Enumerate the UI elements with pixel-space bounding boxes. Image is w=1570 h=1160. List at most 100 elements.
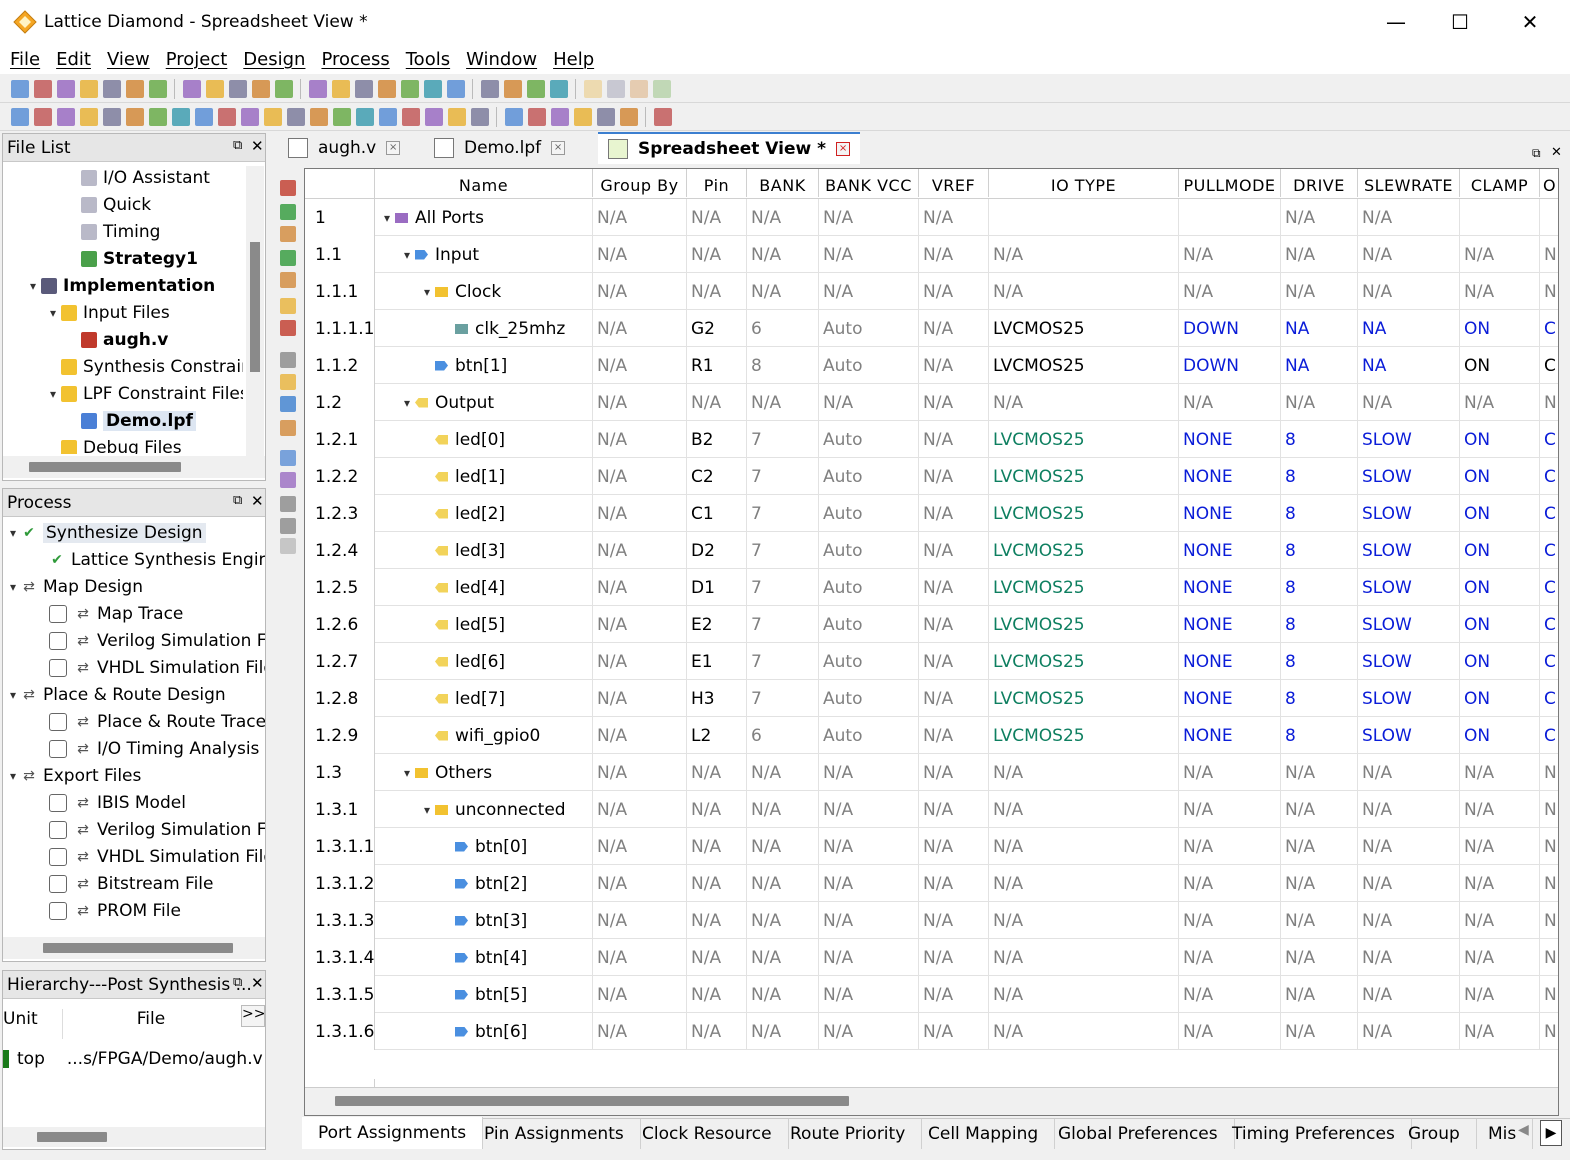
design-tool-20-icon[interactable] <box>447 107 466 126</box>
cell-name[interactable]: led[6] <box>375 643 593 680</box>
cell-bank[interactable]: 6 <box>747 310 819 347</box>
cell-o[interactable]: N <box>1540 273 1558 310</box>
process-item[interactable]: ⇄ VHDL Simulation File <box>25 843 265 870</box>
process-item[interactable]: ⇄ PROM File <box>25 897 181 924</box>
design-tool-3-icon[interactable] <box>56 107 75 126</box>
main-tool-21-icon[interactable] <box>503 79 522 98</box>
cell-group[interactable]: N/A <box>593 643 687 680</box>
cell-vcc[interactable]: Auto <box>819 643 919 680</box>
cell-group[interactable]: N/A <box>593 199 687 236</box>
process-item[interactable]: ⇄ Verilog Simulation File <box>25 627 265 654</box>
table-row[interactable]: 1.3.1.2 btn[2] N/A N/A N/A N/A N/A N/A N/A N/A N/A… <box>305 865 1558 902</box>
cell-vref[interactable]: N/A <box>919 421 989 458</box>
cell-iotype[interactable]: N/A <box>989 865 1179 902</box>
cell-pin[interactable]: B2 <box>687 421 747 458</box>
sheet-tool-5-icon[interactable] <box>280 272 296 288</box>
process-hscroll[interactable] <box>3 937 265 959</box>
expand-arrow-icon[interactable]: ▾ <box>399 396 415 410</box>
main-tool-17-icon[interactable] <box>400 79 419 98</box>
cell-o[interactable]: C <box>1540 643 1558 680</box>
design-tool-24-icon[interactable] <box>550 107 569 126</box>
main-tool-15-icon[interactable] <box>354 79 373 98</box>
cell-o[interactable]: C <box>1540 569 1558 606</box>
cell-vcc[interactable]: Auto <box>819 458 919 495</box>
sheet-tool-16-icon[interactable] <box>280 538 296 554</box>
cell-name[interactable]: led[1] <box>375 458 593 495</box>
cell-slew[interactable]: N/A <box>1358 828 1460 865</box>
main-tool-23-icon[interactable] <box>549 79 568 98</box>
main-tool-14-icon[interactable] <box>331 79 350 98</box>
cell-vcc[interactable]: Auto <box>819 532 919 569</box>
cell-pull[interactable]: NONE <box>1179 643 1281 680</box>
cell-slew[interactable]: N/A <box>1358 902 1460 939</box>
process-item[interactable]: ⇄ Place & Route Trace <box>25 708 265 735</box>
cell-pull[interactable]: NONE <box>1179 569 1281 606</box>
file-tree-item[interactable]: ▾ Implementation <box>25 272 215 299</box>
file-tree-item[interactable]: Quick <box>65 191 151 218</box>
cell-vcc[interactable]: N/A <box>819 828 919 865</box>
file-tree-item[interactable]: Synthesis Constraint Files <box>45 353 243 380</box>
design-tool-8-icon[interactable] <box>171 107 190 126</box>
cell-iotype[interactable]: N/A <box>989 273 1179 310</box>
cell-bank[interactable]: N/A <box>747 902 819 939</box>
cell-group[interactable]: N/A <box>593 717 687 754</box>
cell-slew[interactable]: N/A <box>1358 976 1460 1013</box>
cell-drive[interactable]: 8 <box>1281 421 1358 458</box>
cell-clamp[interactable]: ON <box>1460 569 1540 606</box>
cell-drive[interactable]: 8 <box>1281 717 1358 754</box>
main-tool-20-icon[interactable] <box>480 79 499 98</box>
cell-pull[interactable]: NONE <box>1179 458 1281 495</box>
main-tool-8-icon[interactable] <box>182 79 201 98</box>
menu-project[interactable]: Project <box>158 49 236 70</box>
cell-slew[interactable]: SLOW <box>1358 532 1460 569</box>
main-tool-1-icon[interactable] <box>10 79 29 98</box>
cell-o[interactable]: N <box>1540 1013 1558 1050</box>
main-tool-16-icon[interactable] <box>377 79 396 98</box>
cell-vcc[interactable]: N/A <box>819 976 919 1013</box>
cell-name[interactable]: ▾ All Ports <box>375 199 593 236</box>
cell-drive[interactable]: N/A <box>1281 199 1358 236</box>
cell-pin[interactable]: N/A <box>687 865 747 902</box>
cell-bank[interactable]: 6 <box>747 717 819 754</box>
cell-pin[interactable]: D1 <box>687 569 747 606</box>
cell-drive[interactable]: N/A <box>1281 902 1358 939</box>
tab-pin-assignments[interactable]: Pin Assignments <box>468 1119 641 1149</box>
sheet-tool-2-icon[interactable] <box>280 204 296 220</box>
tab-global-preferences[interactable]: Global Preferences <box>1042 1119 1235 1149</box>
main-tool-13-icon[interactable] <box>308 79 327 98</box>
cell-pull[interactable]: DOWN <box>1179 347 1281 384</box>
process-item[interactable]: ✔ Lattice Synthesis Engine <box>25 546 265 573</box>
sheet-tool-12-icon[interactable] <box>280 450 296 466</box>
cell-name[interactable]: btn[6] <box>375 1013 593 1050</box>
cell-bank[interactable]: 7 <box>747 458 819 495</box>
cell-group[interactable]: N/A <box>593 1013 687 1050</box>
design-tool-19-icon[interactable] <box>424 107 443 126</box>
file-list-vscroll[interactable] <box>246 166 264 456</box>
cell-vcc[interactable]: Auto <box>819 717 919 754</box>
cell-o[interactable]: C <box>1540 680 1558 717</box>
design-tool-9-icon[interactable] <box>194 107 213 126</box>
cell-pull[interactable]: NONE <box>1179 421 1281 458</box>
process-checkbox[interactable] <box>49 793 67 812</box>
cell-o[interactable]: N <box>1540 236 1558 273</box>
process-item[interactable]: ▾ ✔ Synthesize Design <box>5 519 206 546</box>
column-header-pull[interactable]: PULLMODE <box>1179 169 1281 197</box>
cell-iotype[interactable] <box>989 199 1179 236</box>
table-row[interactable]: 1.2.4 led[3] N/A D2 7 Auto N/A LVCMOS25 NONE 8 SLO… <box>305 532 1558 569</box>
cell-iotype[interactable]: N/A <box>989 1013 1179 1050</box>
cell-o[interactable]: N <box>1540 754 1558 791</box>
main-tool-9-icon[interactable] <box>205 79 224 98</box>
table-row[interactable]: 1.2.6 led[5] N/A E2 7 Auto N/A LVCMOS25 NONE 8 SLO… <box>305 606 1558 643</box>
design-tool-12-icon[interactable] <box>263 107 282 126</box>
cell-group[interactable]: N/A <box>593 939 687 976</box>
table-row[interactable]: 1.3.1.1 btn[0] N/A N/A N/A N/A N/A N/A N/A N/A N/A… <box>305 828 1558 865</box>
cell-pin[interactable]: C1 <box>687 495 747 532</box>
tab-clock-resource[interactable]: Clock Resource <box>626 1119 789 1149</box>
table-row[interactable]: 1.3.1.6 btn[6] N/A N/A N/A N/A N/A N/A N/A N/A N/A… <box>305 1013 1558 1050</box>
file-tree-item[interactable]: Strategy1 <box>65 245 198 272</box>
cell-slew[interactable]: N/A <box>1358 754 1460 791</box>
cell-bank[interactable]: N/A <box>747 1013 819 1050</box>
cell-vcc[interactable]: Auto <box>819 606 919 643</box>
cell-iotype[interactable]: LVCMOS25 <box>989 569 1179 606</box>
cell-group[interactable]: N/A <box>593 754 687 791</box>
